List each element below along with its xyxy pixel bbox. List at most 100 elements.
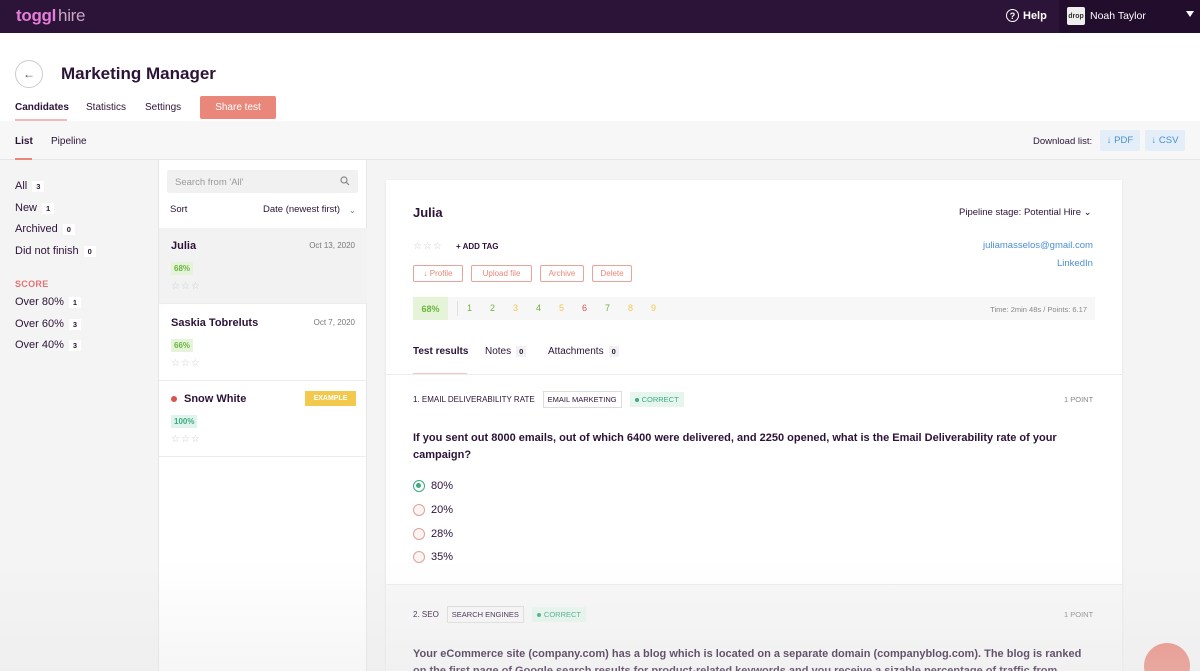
candidate-name: Snow White: [184, 393, 247, 405]
search-input[interactable]: Search from 'All': [167, 170, 358, 193]
option-label: 35%: [431, 551, 454, 563]
tab-label: Attachments: [548, 346, 604, 357]
tab-settings[interactable]: Settings: [145, 102, 181, 113]
tab-pipeline[interactable]: Pipeline: [51, 136, 87, 147]
question-points: 1 POINT: [1064, 610, 1094, 619]
filter-did-not-finish[interactable]: Did not finish 0: [15, 245, 96, 257]
filter-archived[interactable]: Archived 0: [15, 223, 75, 235]
filter-all[interactable]: All 3: [15, 180, 45, 192]
filter-count: 0: [83, 245, 96, 257]
tab-label: Notes: [485, 346, 512, 357]
filter-label: Over 60%: [15, 318, 64, 330]
tab-test-results[interactable]: Test results: [413, 346, 468, 357]
status-dot-icon: [536, 612, 541, 617]
score-badge: 68%: [171, 262, 194, 275]
answer-option: 20%: [413, 504, 453, 516]
tab-count: 0: [516, 346, 527, 357]
candidate-item-saskia[interactable]: Saskia Tobreluts Oct 7, 2020 66% ☆☆☆: [159, 305, 367, 381]
candidate-item-snow-white[interactable]: Snow White EXAMPLE 100% ☆☆☆: [159, 381, 367, 457]
star-rating[interactable]: ☆☆☆: [171, 281, 201, 292]
archive-button[interactable]: Archive: [540, 265, 584, 282]
search-placeholder: Search from 'All': [175, 177, 244, 188]
radio-checked-icon: [413, 480, 425, 492]
filter-over-60[interactable]: Over 60% 3: [15, 318, 82, 330]
question-number-5[interactable]: 5: [559, 303, 564, 313]
back-button[interactable]: ←: [15, 60, 43, 88]
caret-down-icon: [1186, 11, 1194, 17]
download-pdf-button[interactable]: ↓ PDF: [1100, 130, 1140, 151]
delete-button[interactable]: Delete: [592, 265, 632, 282]
question-tag: SEARCH ENGINES: [446, 606, 524, 623]
linkedin-link[interactable]: LinkedIn: [1057, 258, 1093, 269]
download-label: Download list:: [1033, 136, 1093, 147]
star-rating[interactable]: ☆☆☆: [171, 434, 201, 445]
divider: [386, 584, 1122, 585]
total-score: 68%: [413, 297, 448, 320]
help-label: Help: [1023, 9, 1047, 22]
tab-list[interactable]: List: [15, 136, 33, 147]
question-title: 1. EMAIL DELIVERABILITY RATE: [413, 395, 535, 404]
logo[interactable]: toggl hire: [16, 6, 86, 26]
chat-button[interactable]: [1144, 643, 1190, 671]
candidate-date: Oct 7, 2020: [313, 318, 355, 327]
candidate-date: Oct 13, 2020: [309, 241, 355, 250]
logo-text: toggl: [16, 6, 57, 25]
filter-over-40[interactable]: Over 40% 3: [15, 339, 82, 351]
score-summary-bar: 68% 1 2 3 4 5 6 7 8 9 Time: 2min 48s / Points: 6…: [413, 297, 1095, 320]
question-number-1[interactable]: 1: [467, 303, 472, 313]
page-header: ← Marketing Manager Candidates Statistic…: [0, 33, 1200, 121]
tab-candidates[interactable]: Candidates: [15, 102, 69, 113]
email-link[interactable]: juliamasselos@gmail.com: [983, 240, 1093, 251]
answer-option: 35%: [413, 551, 453, 563]
filter-count: 3: [68, 318, 82, 330]
question-number-9[interactable]: 9: [651, 303, 656, 313]
question-number-2[interactable]: 2: [490, 303, 495, 313]
tab-notes[interactable]: Notes 0: [485, 346, 527, 357]
chevron-down-icon: ⌄: [1083, 207, 1092, 218]
user-name: Noah Taylor: [1090, 10, 1146, 22]
sort-dropdown[interactable]: Date (newest first): [263, 204, 340, 215]
question-tag: EMAIL MARKETING: [542, 391, 622, 408]
user-menu[interactable]: drop Noah Taylor: [1059, 0, 1200, 33]
answer-option: 28%: [413, 528, 453, 540]
question-number-8[interactable]: 8: [628, 303, 633, 313]
view-switcher-bar: List Pipeline Download list: ↓ PDF ↓ CSV: [0, 121, 1200, 160]
radio-icon: [413, 551, 425, 563]
divider: [457, 301, 458, 316]
question-number-3[interactable]: 3: [513, 303, 518, 313]
filter-over-80[interactable]: Over 80% 1: [15, 296, 82, 308]
question-number-7[interactable]: 7: [605, 303, 610, 313]
correct-label: CORRECT: [641, 395, 679, 404]
filter-new[interactable]: New 1: [15, 202, 55, 214]
score-badge: 100%: [171, 415, 198, 428]
option-label: 80%: [431, 480, 454, 492]
status-dot-icon: [634, 397, 639, 402]
search-icon: [340, 176, 350, 186]
filter-count: 3: [32, 180, 45, 192]
filter-label: Archived: [15, 223, 58, 235]
profile-button[interactable]: ↓ Profile: [413, 265, 463, 282]
help-link[interactable]: ? Help: [1006, 9, 1047, 22]
filter-count: 3: [68, 339, 82, 351]
question-number-4[interactable]: 4: [536, 303, 541, 313]
share-test-button[interactable]: Share test: [200, 96, 276, 119]
download-csv-button[interactable]: ↓ CSV: [1145, 130, 1185, 151]
filter-label: New: [15, 202, 38, 214]
filter-count: 1: [42, 202, 55, 214]
upload-file-button[interactable]: Upload file: [471, 265, 532, 282]
filter-count: 1: [68, 296, 82, 308]
score-badge: 66%: [171, 339, 194, 352]
pipeline-stage-dropdown[interactable]: Pipeline stage: Potential Hire ⌄: [959, 207, 1092, 218]
add-tag-button[interactable]: + ADD TAG: [456, 242, 498, 251]
option-label: 20%: [431, 504, 454, 516]
tab-attachments[interactable]: Attachments 0: [548, 346, 619, 357]
sort-label: Sort: [170, 204, 188, 215]
star-rating[interactable]: ☆☆☆: [171, 358, 201, 369]
question-number-6[interactable]: 6: [582, 303, 587, 313]
tab-statistics[interactable]: Statistics: [86, 102, 126, 113]
tab-label: Test results: [413, 346, 469, 357]
filter-count: 0: [62, 223, 75, 235]
correct-label: CORRECT: [543, 610, 581, 619]
candidate-item-julia[interactable]: Julia Oct 13, 2020 68% ☆☆☆: [159, 228, 367, 304]
star-rating[interactable]: ☆☆☆: [413, 241, 443, 252]
